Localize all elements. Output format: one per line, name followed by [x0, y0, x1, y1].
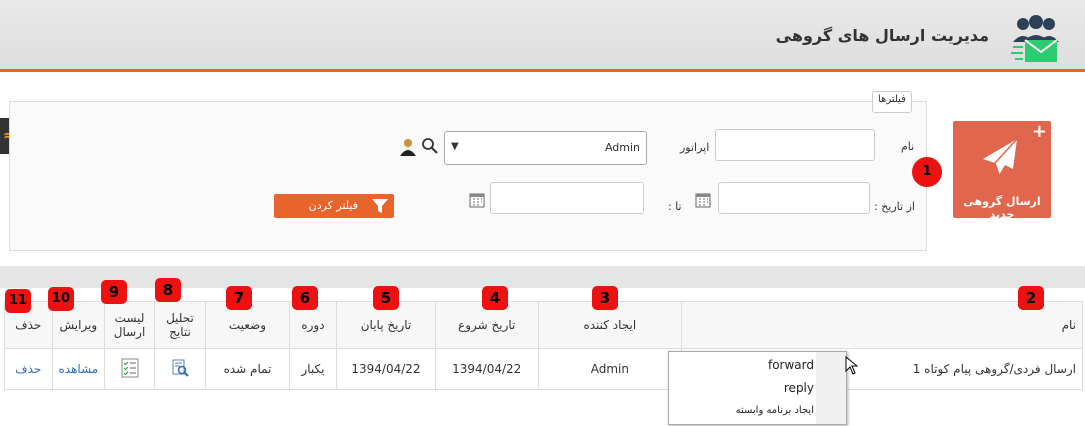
- plus-icon: +: [1031, 121, 1047, 142]
- badge-edit-column: 10: [48, 287, 74, 311]
- cell-period: یکبار: [288, 348, 338, 390]
- badge-new-button: 1: [912, 157, 942, 187]
- cell-edit: مشاهده: [51, 348, 106, 390]
- badge-status-column: 7: [226, 286, 252, 310]
- cell-analysis: [153, 348, 207, 390]
- delete-link[interactable]: حذف: [15, 362, 41, 376]
- badge-end-date-column: 5: [373, 286, 399, 310]
- filter-panel: [9, 101, 927, 251]
- context-menu-item-forward[interactable]: forward: [768, 358, 814, 372]
- calendar-icon[interactable]: [694, 191, 712, 209]
- page: مدیریت ارسال های گروهی ≈ + ارسال گروهی ج…: [0, 0, 1085, 426]
- cell-end-date: 1394/04/22: [336, 348, 436, 390]
- cell-delete: حذف: [4, 348, 53, 390]
- column-header-analysis: تحلیل نتایج: [153, 301, 207, 349]
- badge-start-date-column: 4: [482, 286, 508, 310]
- filter-button[interactable]: فیلتر کردن: [274, 194, 394, 218]
- filter-button-label: فیلتر کردن: [308, 199, 358, 212]
- badge-name-column: 2: [1018, 286, 1044, 310]
- name-input[interactable]: [715, 129, 875, 161]
- paper-plane-icon: [983, 138, 1018, 176]
- to-date-label: تا :: [668, 200, 682, 213]
- search-icon[interactable]: [421, 137, 439, 155]
- to-date-input[interactable]: [490, 182, 644, 214]
- checklist-icon[interactable]: [121, 358, 139, 378]
- badge-analysis-column: 8: [155, 278, 181, 302]
- cell-creator: Admin: [537, 348, 683, 390]
- mouse-cursor-icon: [845, 356, 859, 375]
- table-row: ارسال فردی/گروهی پیام کوتاه 1 Admin 1394…: [4, 348, 1083, 390]
- from-date-input[interactable]: [718, 182, 870, 214]
- operator-selected-value: Admin: [604, 141, 640, 154]
- badge-period-column: 6: [292, 286, 318, 310]
- new-group-send-button[interactable]: + ارسال گروهی جدید: [953, 121, 1051, 221]
- from-date-label: از تاریخ :: [874, 200, 915, 213]
- calendar-icon[interactable]: [468, 191, 486, 209]
- table-header-row: نام ایجاد کننده تاریخ شروع تاریخ پایان د…: [4, 301, 1083, 349]
- operator-label: اپراتور: [680, 141, 710, 154]
- user-icon[interactable]: [399, 138, 417, 156]
- badge-delete-column: 11: [5, 289, 31, 313]
- cell-start-date: 1394/04/22: [434, 348, 539, 390]
- name-label: نام: [901, 140, 915, 153]
- group-send-table: نام ایجاد کننده تاریخ شروع تاریخ پایان د…: [4, 301, 1083, 390]
- badge-creator-column: 3: [592, 286, 618, 310]
- operator-select[interactable]: Admin ▼: [444, 131, 647, 165]
- context-menu-gutter: [816, 352, 846, 424]
- badge-send-list-column: 9: [101, 280, 127, 304]
- page-header: مدیریت ارسال های گروهی: [0, 0, 1085, 72]
- filter-legend: فیلترها: [872, 91, 912, 113]
- cell-send-list: [104, 348, 155, 390]
- page-title: مدیریت ارسال های گروهی: [775, 26, 989, 45]
- view-link[interactable]: مشاهده: [59, 362, 99, 376]
- report-search-icon[interactable]: [171, 359, 189, 377]
- funnel-icon: [372, 199, 388, 213]
- context-menu-item-reply[interactable]: reply: [784, 381, 814, 395]
- cell-status: تمام شده: [205, 348, 290, 390]
- new-group-send-label: ارسال گروهی جدید: [963, 195, 1041, 221]
- column-header-send-list: لیست ارسال: [104, 301, 155, 349]
- chevron-down-icon: ▼: [451, 141, 459, 152]
- context-menu-item-create-dependent[interactable]: ایجاد برنامه وابسته: [736, 405, 814, 416]
- group-message-icon: [1011, 15, 1059, 62]
- context-menu: forward reply ایجاد برنامه وابسته: [668, 351, 847, 425]
